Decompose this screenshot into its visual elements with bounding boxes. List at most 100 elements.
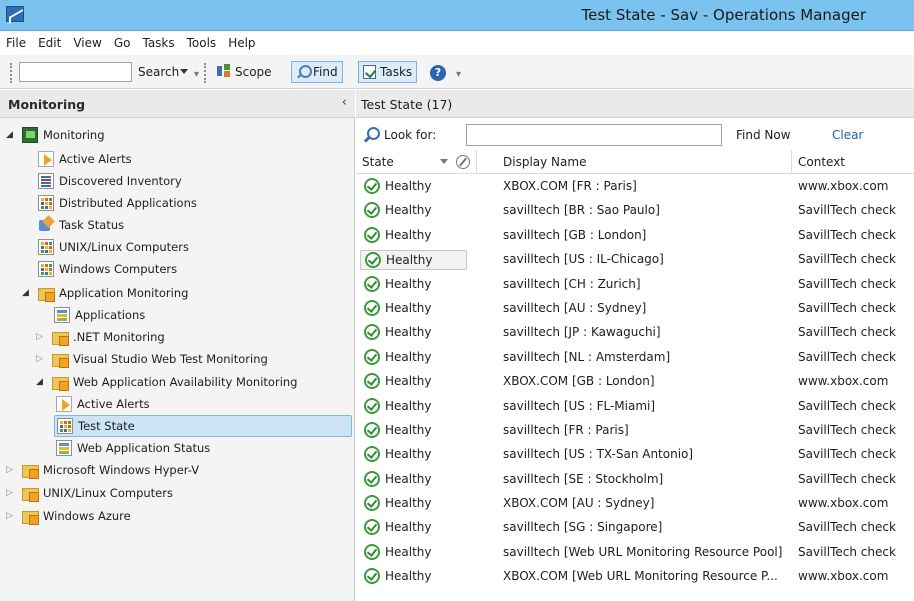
- display-name-cell[interactable]: savilltech [JP : Kawaguchi]: [503, 323, 661, 341]
- state-cell[interactable]: Healthy: [360, 470, 467, 490]
- state-cell[interactable]: Healthy: [360, 201, 467, 221]
- tree-item-active-alerts[interactable]: Active Alerts: [56, 393, 150, 415]
- display-name-cell[interactable]: savilltech [GB : London]: [503, 226, 646, 244]
- tree-item-visual-studio-web-test-monitoring[interactable]: Visual Studio Web Test Monitoring: [52, 348, 268, 370]
- table-row[interactable]: Healthy savilltech [NL : Amsterdam] Savill…: [356, 345, 914, 369]
- expand-collapse-icon[interactable]: ▷: [6, 482, 13, 504]
- tree-item-active-alerts[interactable]: Active Alerts: [38, 148, 132, 170]
- context-cell[interactable]: SavillTech check: [798, 518, 896, 536]
- context-cell[interactable]: SavillTech check: [798, 323, 896, 341]
- context-cell[interactable]: SavillTech check: [798, 421, 896, 439]
- table-row[interactable]: Healthy savilltech [JP : Kawaguchi] Savill…: [356, 320, 914, 344]
- tasks-button[interactable]: Tasks: [358, 61, 418, 83]
- state-cell[interactable]: Healthy: [360, 275, 467, 295]
- context-cell[interactable]: SavillTech check: [798, 445, 896, 463]
- find-now-button[interactable]: Find Now: [736, 128, 791, 142]
- table-row[interactable]: Healthy XBOX.COM [AU : Sydney] www.xbox.co…: [356, 491, 914, 515]
- table-row[interactable]: Healthy savilltech [SG : Singapore] Savill…: [356, 515, 914, 539]
- tree-item-microsoft-windows-hyper-v[interactable]: Microsoft Windows Hyper-V: [22, 459, 199, 481]
- display-name-cell[interactable]: savilltech [AU : Sydney]: [503, 299, 646, 317]
- tree-item-unix-linux-computers-folder[interactable]: UNIX/Linux Computers: [22, 482, 173, 504]
- context-cell[interactable]: SavillTech check: [798, 470, 896, 488]
- table-row[interactable]: Healthy savilltech [AU : Sydney] SavillTec…: [356, 296, 914, 320]
- context-cell[interactable]: www.xbox.com: [798, 372, 888, 390]
- find-button[interactable]: Find: [291, 61, 343, 83]
- expand-collapse-icon[interactable]: ▷: [6, 505, 13, 527]
- tree-item-web-application-availability-monitoring[interactable]: Web Application Availability Monitoring: [52, 371, 297, 393]
- tree-item-task-status[interactable]: Task Status: [38, 214, 124, 236]
- expand-collapse-icon[interactable]: ▷: [36, 326, 43, 348]
- state-cell[interactable]: Healthy: [360, 250, 467, 271]
- tree-item-web-application-status[interactable]: Web Application Status: [56, 437, 210, 459]
- search-dropdown-icon[interactable]: [180, 69, 188, 74]
- display-name-cell[interactable]: XBOX.COM [FR : Paris]: [503, 177, 637, 195]
- toolbar-search-input[interactable]: [19, 62, 132, 82]
- tree-item-discovered-inventory[interactable]: Discovered Inventory: [38, 170, 182, 192]
- state-cell[interactable]: Healthy: [360, 177, 467, 197]
- state-cell[interactable]: Healthy: [360, 494, 467, 514]
- display-name-cell[interactable]: XBOX.COM [GB : London]: [503, 372, 655, 390]
- state-cell[interactable]: Healthy: [360, 518, 467, 538]
- table-row[interactable]: Healthy savilltech [Web URL Monitoring Re…: [356, 540, 914, 564]
- column-header-display-name[interactable]: Display Name: [497, 150, 792, 174]
- state-cell[interactable]: Healthy: [360, 348, 467, 368]
- table-row[interactable]: Healthy savilltech [US : IL-Chicago] Savil…: [356, 247, 914, 271]
- tree-item-windows-azure[interactable]: Windows Azure: [22, 505, 131, 527]
- toolbar-grip[interactable]: [10, 63, 12, 83]
- menu-file[interactable]: File: [0, 31, 32, 50]
- look-for-input[interactable]: [466, 124, 722, 146]
- state-cell[interactable]: Healthy: [360, 567, 467, 587]
- context-cell[interactable]: SavillTech check: [798, 250, 896, 268]
- table-row[interactable]: Healthy savilltech [SE : Stockholm] Savill…: [356, 467, 914, 491]
- tree-item-windows-computers[interactable]: Windows Computers: [38, 258, 177, 280]
- expand-collapse-icon[interactable]: ◢: [6, 124, 13, 146]
- state-cell[interactable]: Healthy: [360, 226, 467, 246]
- table-row[interactable]: Healthy savilltech [BR : Sao Paulo] Savill…: [356, 198, 914, 222]
- expand-collapse-icon[interactable]: ▷: [36, 348, 43, 370]
- display-name-cell[interactable]: savilltech [Web URL Monitoring Resource …: [503, 543, 782, 561]
- state-cell[interactable]: Healthy: [360, 421, 467, 441]
- menu-go[interactable]: Go: [108, 31, 137, 50]
- toolbar-overflow-icon[interactable]: ▾: [456, 69, 461, 80]
- state-cell[interactable]: Healthy: [360, 299, 467, 319]
- context-cell[interactable]: SavillTech check: [798, 397, 896, 415]
- table-row[interactable]: Healthy savilltech [US : TX-San Antonio] S…: [356, 442, 914, 466]
- display-name-cell[interactable]: savilltech [US : IL-Chicago]: [503, 250, 664, 268]
- display-name-cell[interactable]: XBOX.COM [Web URL Monitoring Resource P.…: [503, 567, 778, 585]
- menu-edit[interactable]: Edit: [32, 31, 67, 50]
- state-cell[interactable]: Healthy: [360, 543, 467, 563]
- table-row[interactable]: Healthy savilltech [US : FL-Miami] SavillT…: [356, 394, 914, 418]
- collapse-pane-icon[interactable]: ‹: [342, 95, 347, 110]
- context-cell[interactable]: www.xbox.com: [798, 177, 888, 195]
- display-name-cell[interactable]: savilltech [CH : Zurich]: [503, 275, 641, 293]
- tree-item-monitoring[interactable]: Monitoring: [22, 124, 105, 146]
- expand-collapse-icon[interactable]: ◢: [22, 282, 29, 304]
- display-name-cell[interactable]: savilltech [NL : Amsterdam]: [503, 348, 670, 366]
- context-cell[interactable]: www.xbox.com: [798, 567, 888, 585]
- display-name-cell[interactable]: savilltech [SE : Stockholm]: [503, 470, 663, 488]
- context-cell[interactable]: SavillTech check: [798, 226, 896, 244]
- tree-item-test-state[interactable]: Test State: [54, 415, 352, 437]
- table-row[interactable]: Healthy savilltech [FR : Paris] SavillTech…: [356, 418, 914, 442]
- menu-help[interactable]: Help: [222, 31, 261, 50]
- toolbar-overflow-icon[interactable]: ▾: [194, 69, 199, 80]
- state-cell[interactable]: Healthy: [360, 397, 467, 417]
- column-header-context[interactable]: Context: [792, 150, 914, 174]
- menu-tasks[interactable]: Tasks: [136, 31, 180, 50]
- expand-collapse-icon[interactable]: ◢: [36, 371, 43, 393]
- tree-item-net-monitoring[interactable]: .NET Monitoring: [52, 326, 165, 348]
- column-header-state[interactable]: State: [356, 150, 477, 174]
- tree-item-unix-linux-computers[interactable]: UNIX/Linux Computers: [38, 236, 189, 258]
- table-row[interactable]: Healthy savilltech [GB : London] SavillTec…: [356, 223, 914, 247]
- context-cell[interactable]: SavillTech check: [798, 543, 896, 561]
- context-cell[interactable]: SavillTech check: [798, 275, 896, 293]
- tree-item-application-monitoring[interactable]: Application Monitoring: [38, 282, 188, 304]
- context-cell[interactable]: SavillTech check: [798, 201, 896, 219]
- table-row[interactable]: Healthy XBOX.COM [Web URL Monitoring Reso…: [356, 564, 914, 588]
- menu-tools[interactable]: Tools: [181, 31, 223, 50]
- state-cell[interactable]: Healthy: [360, 372, 467, 392]
- search-button[interactable]: Search: [138, 65, 179, 79]
- display-name-cell[interactable]: XBOX.COM [AU : Sydney]: [503, 494, 654, 512]
- display-name-cell[interactable]: savilltech [US : FL-Miami]: [503, 397, 655, 415]
- menu-view[interactable]: View: [67, 31, 107, 50]
